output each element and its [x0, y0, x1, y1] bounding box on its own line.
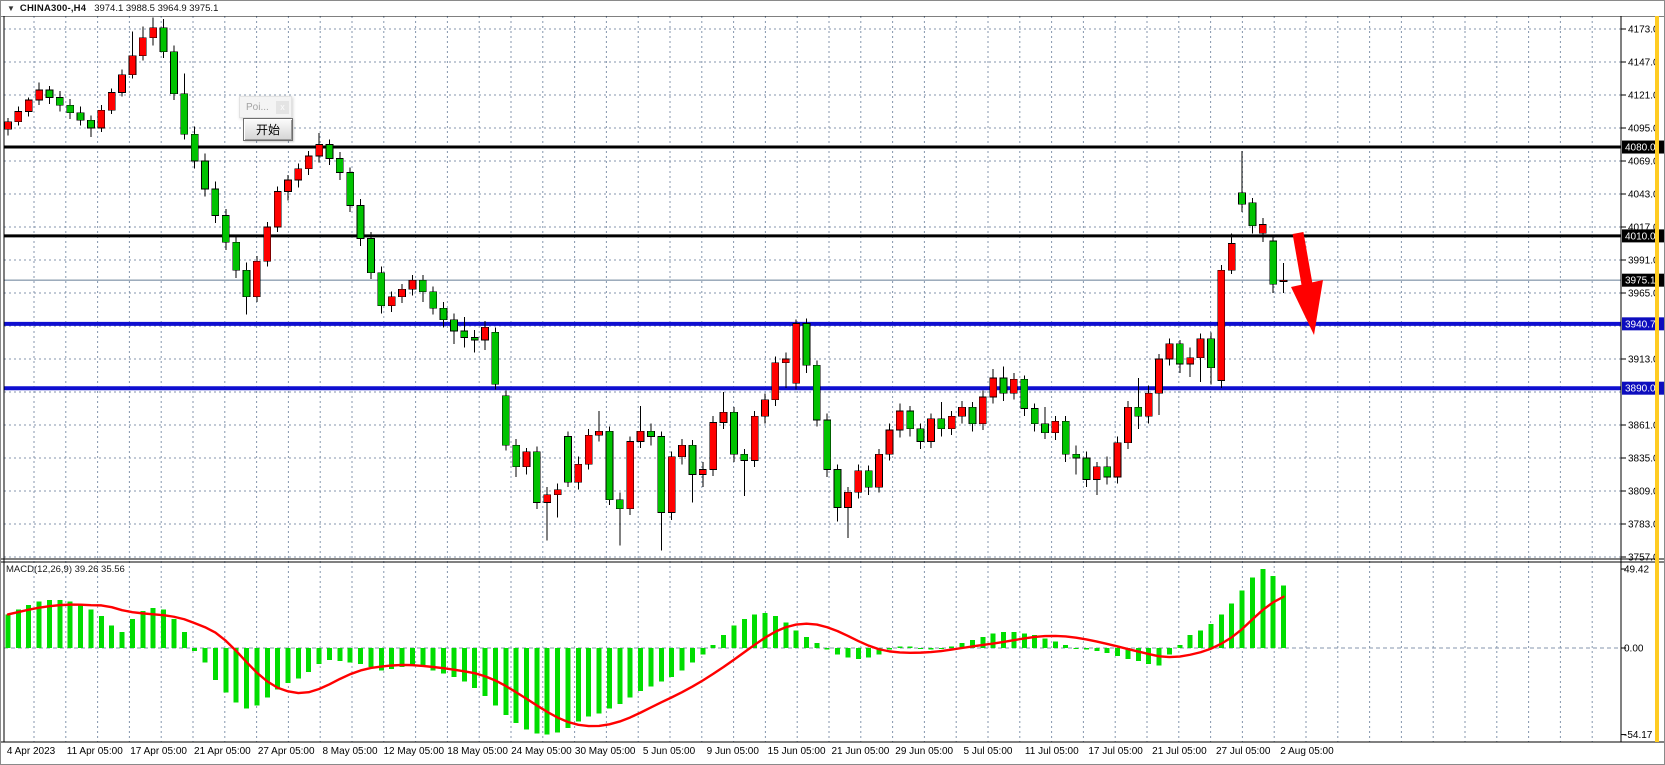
script-popup: Poi... x 开始	[239, 96, 292, 118]
script-popup-title: Poi...	[246, 102, 269, 113]
svg-text:-54.17: -54.17	[1624, 730, 1653, 741]
chart-header: ▼ CHINA300-,H4 3974.1 3988.5 3964.9 3975…	[1, 1, 1664, 16]
script-popup-titlebar[interactable]: Poi... x	[239, 96, 292, 118]
svg-text:11 Jul 05:00: 11 Jul 05:00	[1025, 746, 1079, 757]
svg-text:4043.0: 4043.0	[1628, 190, 1659, 201]
svg-text:21 Jun 05:00: 21 Jun 05:00	[831, 746, 889, 757]
close-icon[interactable]: x	[276, 101, 289, 114]
svg-text:0.00: 0.00	[1624, 644, 1644, 655]
svg-text:4095.0: 4095.0	[1628, 124, 1659, 135]
svg-text:3940.7: 3940.7	[1625, 319, 1656, 330]
svg-text:4121.0: 4121.0	[1628, 91, 1659, 102]
svg-text:3757.0: 3757.0	[1628, 553, 1659, 564]
svg-text:8 May 05:00: 8 May 05:00	[322, 746, 377, 757]
svg-text:4080.0: 4080.0	[1625, 143, 1656, 154]
svg-text:24 May 05:00: 24 May 05:00	[511, 746, 572, 757]
ohlc-values-label: 3974.1 3988.5 3964.9 3975.1	[94, 3, 218, 14]
svg-text:3965.0: 3965.0	[1628, 289, 1659, 300]
svg-text:3783.0: 3783.0	[1628, 520, 1659, 531]
svg-text:3809.0: 3809.0	[1628, 487, 1659, 498]
svg-text:17 Jul 05:00: 17 Jul 05:00	[1088, 746, 1143, 757]
svg-text:21 Jul 05:00: 21 Jul 05:00	[1152, 746, 1207, 757]
svg-text:9 Jun 05:00: 9 Jun 05:00	[707, 746, 760, 757]
svg-text:11 Apr 05:00: 11 Apr 05:00	[67, 746, 123, 757]
svg-text:12 May 05:00: 12 May 05:00	[383, 746, 444, 757]
svg-text:27 Apr 05:00: 27 Apr 05:00	[258, 746, 315, 757]
svg-text:5 Jun 05:00: 5 Jun 05:00	[643, 746, 696, 757]
svg-text:4010.0: 4010.0	[1625, 231, 1656, 242]
svg-text:18 May 05:00: 18 May 05:00	[447, 746, 508, 757]
svg-text:4069.0: 4069.0	[1628, 157, 1659, 168]
svg-text:4 Apr 2023: 4 Apr 2023	[7, 746, 56, 757]
symbol-dropdown-icon[interactable]: ▼	[7, 4, 15, 13]
svg-text:15 Jun 05:00: 15 Jun 05:00	[768, 746, 826, 757]
svg-text:3890.0: 3890.0	[1625, 384, 1656, 395]
svg-text:3835.0: 3835.0	[1628, 454, 1659, 465]
svg-text:2 Aug 05:00: 2 Aug 05:00	[1280, 746, 1334, 757]
svg-text:4173.0: 4173.0	[1628, 25, 1659, 36]
svg-text:3975.1: 3975.1	[1625, 276, 1656, 287]
svg-text:30 May 05:00: 30 May 05:00	[575, 746, 636, 757]
macd-indicator-label: MACD(12,26,9) 39.26 35.56	[6, 564, 125, 575]
svg-text:27 Jul 05:00: 27 Jul 05:00	[1216, 746, 1271, 757]
svg-text:3991.0: 3991.0	[1628, 256, 1659, 267]
svg-text:5 Jul 05:00: 5 Jul 05:00	[964, 746, 1013, 757]
svg-text:4147.0: 4147.0	[1628, 58, 1659, 69]
svg-text:17 Apr 05:00: 17 Apr 05:00	[130, 746, 187, 757]
svg-text:29 Jun 05:00: 29 Jun 05:00	[895, 746, 953, 757]
mt4-chart-window: 4173.04147.04121.04095.04069.04043.04017…	[0, 0, 1665, 765]
svg-text:3861.0: 3861.0	[1628, 421, 1659, 432]
svg-text:21 Apr 05:00: 21 Apr 05:00	[194, 746, 251, 757]
svg-text:3913.0: 3913.0	[1628, 355, 1659, 366]
svg-text:49.42: 49.42	[1624, 565, 1649, 576]
start-button[interactable]: 开始	[243, 118, 293, 141]
symbol-timeframe-label: CHINA300-,H4	[20, 3, 86, 14]
